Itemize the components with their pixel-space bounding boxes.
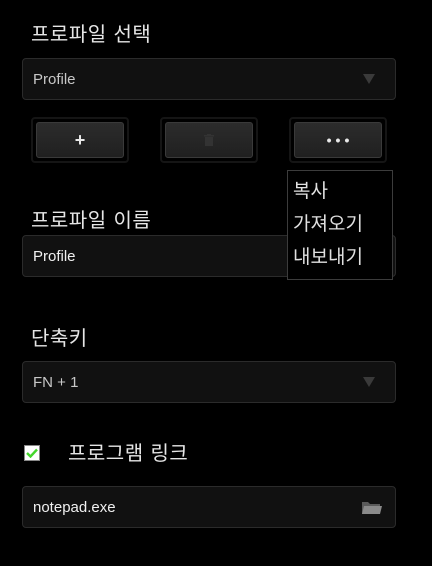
add-profile-button-frame: + [31,117,129,163]
program-path-value: notepad.exe [33,498,116,516]
folder-icon[interactable] [361,499,383,519]
profile-select-dropdown[interactable]: Profile [22,58,396,100]
more-options-button-frame: ••• [289,117,387,163]
shortcut-dropdown[interactable]: FN + 1 [22,361,396,403]
menu-item-export[interactable]: 내보내기 [288,241,392,274]
profile-select-title: 프로파일 선택 [31,22,152,46]
more-options-menu: 복사 가져오기 내보내기 [287,170,393,280]
profile-name-title: 프로파일 이름 [31,208,152,232]
program-path-input[interactable]: notepad.exe [22,486,396,528]
more-options-button[interactable]: ••• [294,122,382,158]
add-profile-button[interactable]: + [36,122,124,158]
trash-icon [204,134,214,146]
profile-name-value: Profile [33,247,76,265]
profile-select-value: Profile [33,70,76,88]
program-link-label: 프로그램 링크 [68,441,189,465]
shortcut-title: 단축키 [31,326,88,350]
checkmark-icon [26,448,38,458]
shortcut-value: FN + 1 [33,373,79,391]
menu-item-copy[interactable]: 복사 [288,175,392,208]
chevron-down-icon [363,74,375,84]
delete-profile-button-frame [160,117,258,163]
menu-item-import[interactable]: 가져오기 [288,208,392,241]
program-link-checkbox[interactable] [24,445,40,461]
chevron-down-icon [363,377,375,387]
delete-profile-button[interactable] [165,122,253,158]
